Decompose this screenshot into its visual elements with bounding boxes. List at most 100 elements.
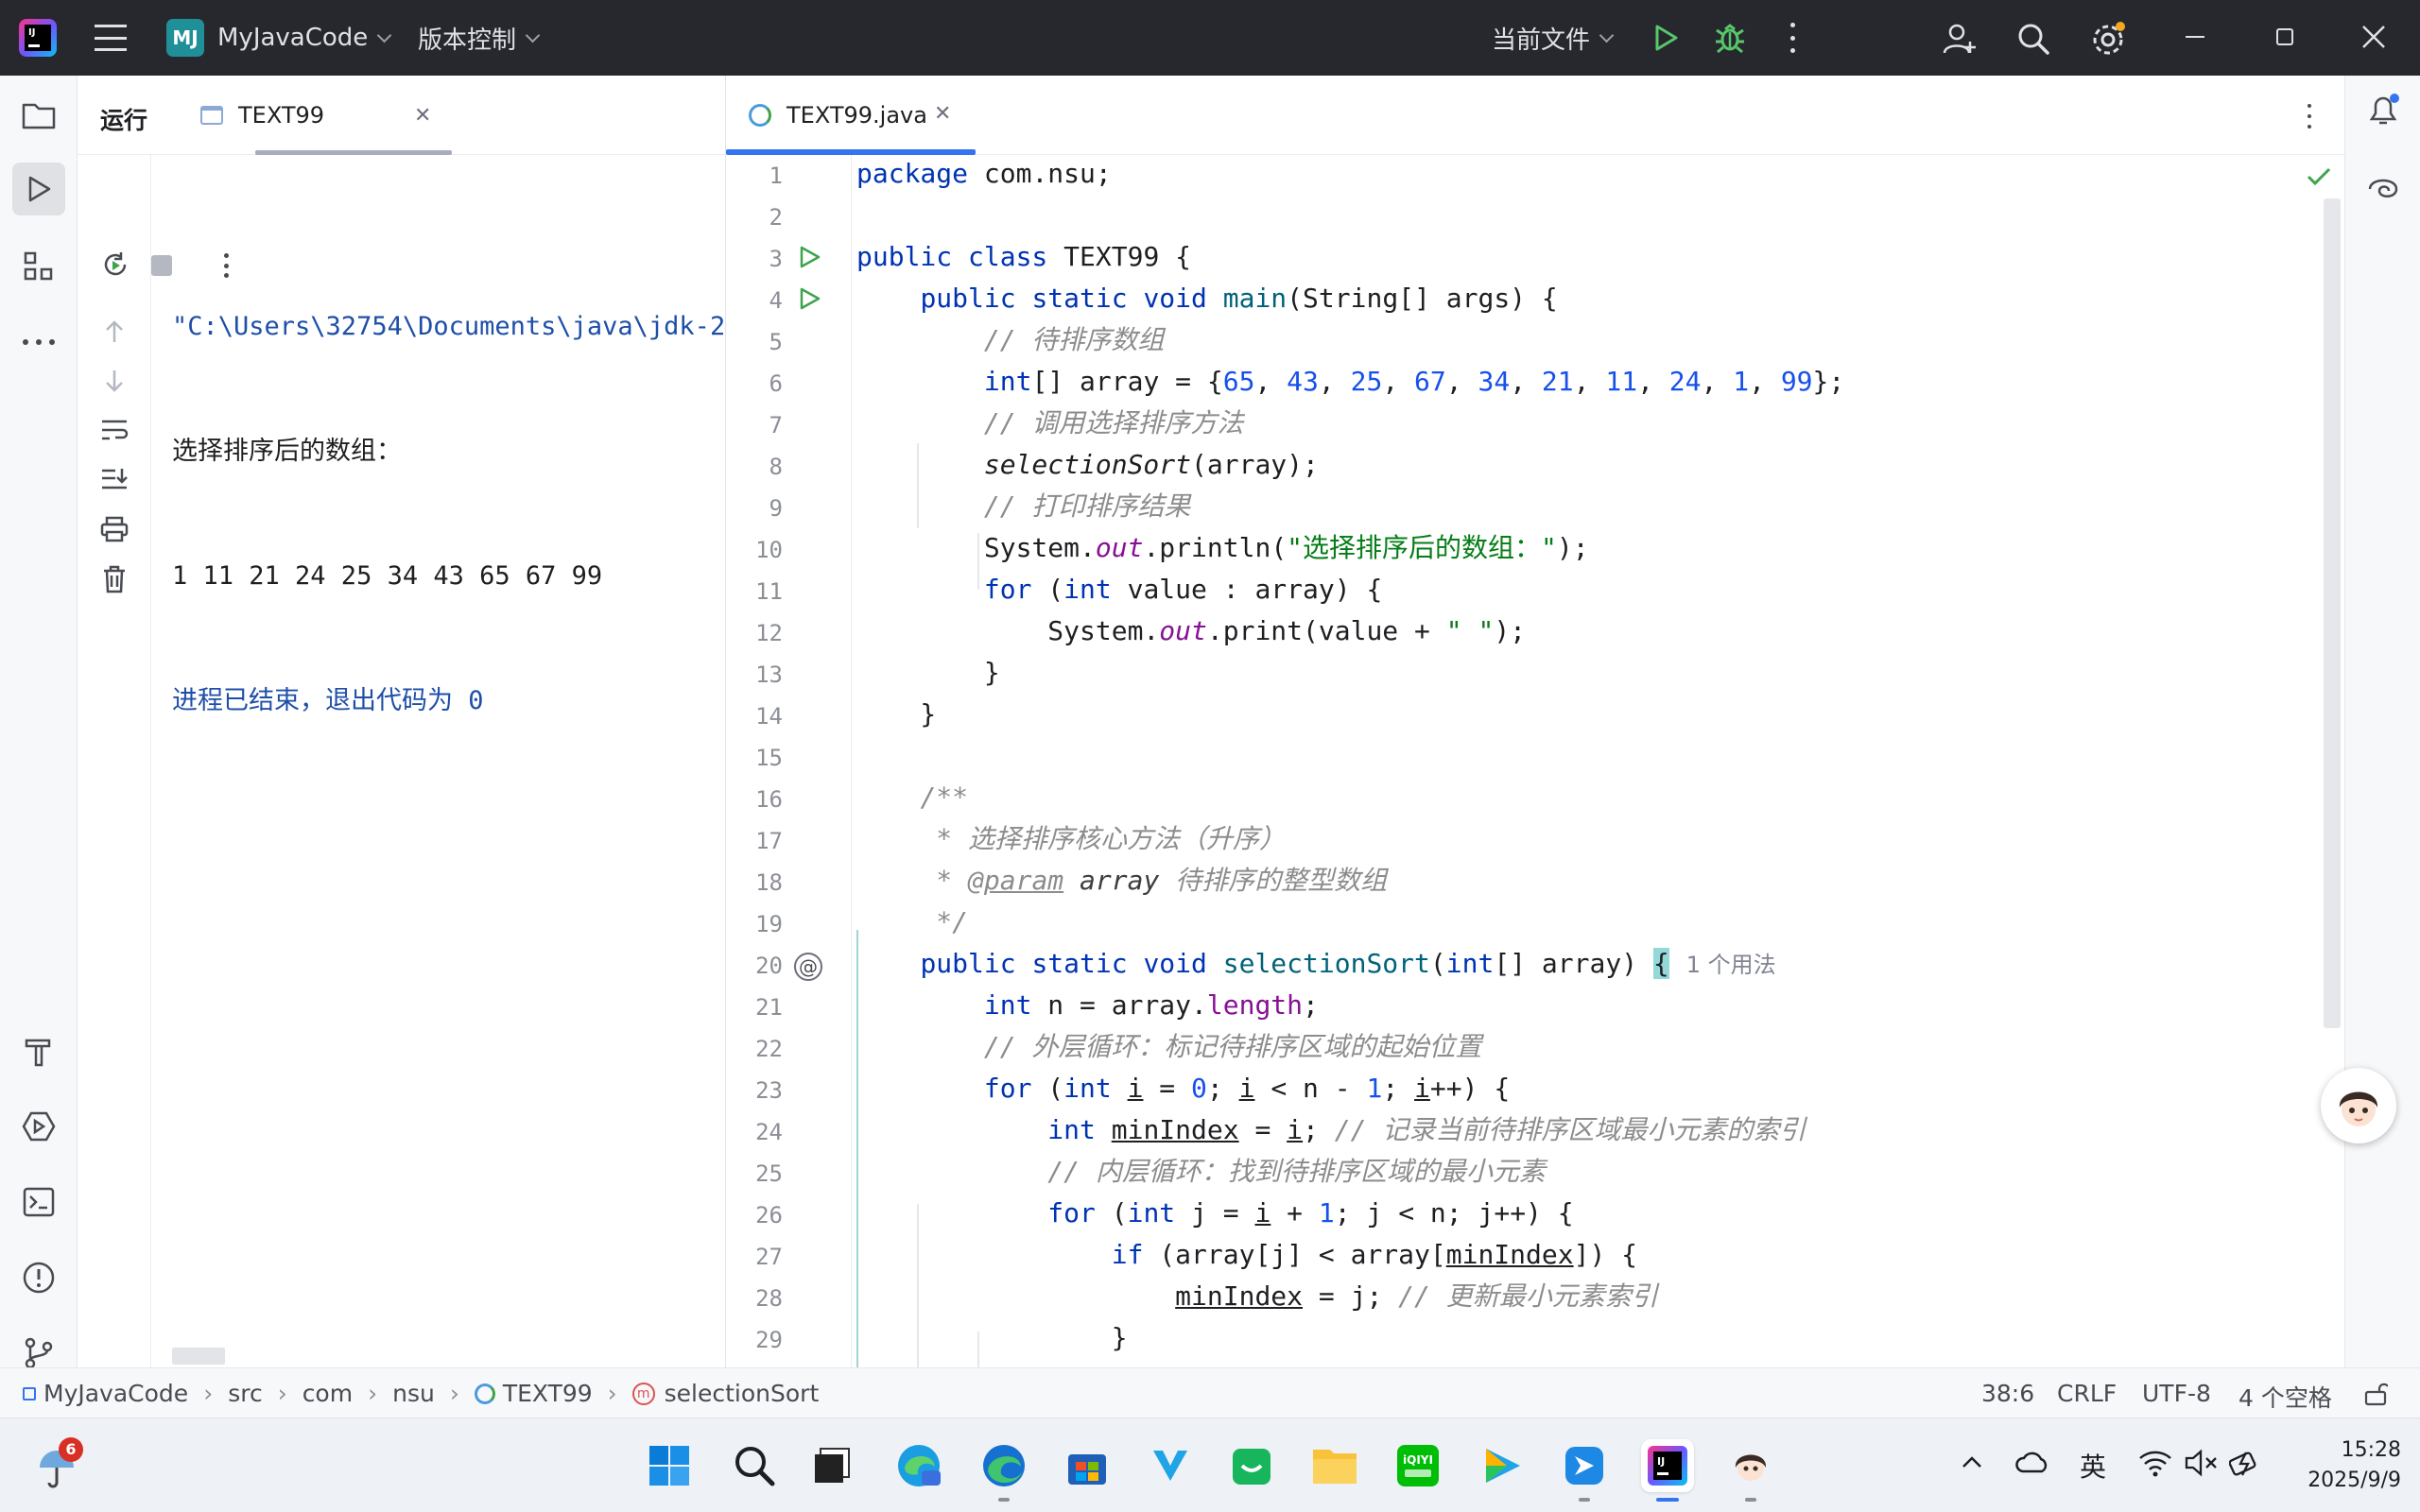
scroll-to-end-icon[interactable]: [100, 467, 129, 495]
weather-badge: 6: [59, 1437, 83, 1462]
video-player-icon[interactable]: [1475, 1439, 1528, 1492]
vertical-scrollbar[interactable]: [2324, 198, 2341, 1028]
ai-assistant-icon[interactable]: [2364, 170, 2402, 212]
intellij-idea-icon[interactable]: IJ: [1641, 1439, 1694, 1502]
breadcrumb-item[interactable]: selectionSort: [665, 1380, 820, 1407]
rerun-icon[interactable]: [100, 249, 130, 284]
code-line-5: // 待排序数组: [983, 324, 1165, 355]
run-gutter-icon[interactable]: [796, 285, 822, 316]
close-tab-icon[interactable]: ✕: [414, 104, 431, 128]
vscode-like-icon[interactable]: [1144, 1439, 1197, 1492]
file-explorer-icon[interactable]: [1308, 1439, 1361, 1492]
breadcrumb-item[interactable]: MyJavaCode: [43, 1380, 188, 1407]
debug-button[interactable]: [1713, 21, 1747, 55]
microsoft-store-icon[interactable]: [1061, 1439, 1114, 1492]
build-hammer-icon[interactable]: [12, 1024, 65, 1077]
no-problems-check-icon[interactable]: [2307, 166, 2331, 191]
console-line: 1 11 21 24 25 34 43 65 67 99: [172, 561, 603, 591]
line-number: 18: [755, 869, 783, 896]
floating-avatar[interactable]: [2321, 1068, 2396, 1143]
breadcrumb-item[interactable]: src: [228, 1380, 263, 1407]
code-line-17: * 选择排序核心方法（升序）: [920, 823, 1287, 854]
line-number: 29: [755, 1327, 783, 1353]
code-line-24: int minIndex = i; // 记录当前待排序区域最小元素的索引: [1047, 1114, 1806, 1145]
add-user-icon[interactable]: [1942, 21, 1978, 60]
code-line-25: // 内层循环：找到待排序区域的最小元素: [1047, 1156, 1546, 1187]
weather-widget[interactable]: 6: [34, 1437, 83, 1490]
read-only-lock-icon[interactable]: [2363, 1382, 2389, 1412]
run-tab[interactable]: TEXT99 ✕: [176, 76, 452, 155]
ime-indicator[interactable]: 英: [2080, 1447, 2106, 1485]
run-button[interactable]: [1651, 23, 1681, 53]
line-number: 9: [769, 495, 783, 522]
feishu-app-icon[interactable]: [1558, 1439, 1611, 1502]
more-tools-icon[interactable]: [12, 316, 65, 369]
app-logo-icon[interactable]: IJ: [19, 19, 57, 57]
terminal-icon[interactable]: [12, 1176, 65, 1228]
edge-browser-icon[interactable]: [977, 1439, 1030, 1502]
breadcrumb-item[interactable]: TEXT99: [503, 1380, 593, 1407]
notifications-bell-icon[interactable]: [2364, 91, 2402, 132]
more-actions-icon[interactable]: [1789, 23, 1796, 53]
wechat-shop-icon[interactable]: [1225, 1439, 1278, 1492]
edge-ai-icon[interactable]: [892, 1439, 945, 1492]
project-badge: MJ: [166, 19, 204, 57]
line-separator[interactable]: CRLF: [2057, 1380, 2117, 1407]
project-selector[interactable]: MJ MyJavaCode: [166, 19, 392, 57]
code-line-22: // 外层循环：标记待排序区域的起始位置: [983, 1031, 1482, 1062]
vcs-menu-label: 版本控制: [418, 26, 517, 55]
soft-wrap-icon[interactable]: [100, 418, 129, 446]
search-icon[interactable]: [2015, 21, 2051, 60]
structure-icon[interactable]: [12, 240, 65, 293]
editor-tab[interactable]: TEXT99.java ✕: [726, 76, 976, 155]
print-icon[interactable]: [100, 516, 129, 546]
breadcrumb-item[interactable]: com: [302, 1380, 353, 1407]
assistant-avatar-icon[interactable]: [1724, 1439, 1777, 1502]
project-folder-icon[interactable]: [12, 89, 65, 142]
scroll-up-icon[interactable]: [102, 319, 127, 348]
scroll-down-icon[interactable]: [102, 369, 127, 397]
usages-gutter-icon[interactable]: @: [794, 953, 822, 981]
right-tool-strip: [2321, 76, 2420, 1367]
problems-icon[interactable]: [12, 1251, 65, 1304]
minimize-icon[interactable]: [2186, 36, 2204, 38]
breadcrumb-item[interactable]: nsu: [392, 1380, 435, 1407]
play-icon: [1655, 25, 1678, 51]
file-encoding[interactable]: UTF-8: [2142, 1380, 2211, 1407]
main-menu-icon[interactable]: [95, 25, 127, 51]
close-tab-icon[interactable]: ✕: [934, 102, 951, 126]
code-line-12: System.out.print(value + " ");: [856, 615, 1527, 646]
settings-gear-icon[interactable]: [2089, 21, 2127, 62]
editor-more-icon[interactable]: [2307, 104, 2312, 129]
active-tab-underline: [255, 150, 452, 155]
java-class-icon: [749, 104, 771, 127]
start-windows-icon[interactable]: [643, 1439, 696, 1492]
close-window-icon[interactable]: [2361, 25, 2386, 53]
console-line: 选择排序后的数组：: [172, 437, 402, 466]
iqiyi-icon[interactable]: iQIYI: [1392, 1439, 1444, 1492]
vcs-menu[interactable]: 版本控制: [418, 19, 541, 57]
taskbar-search-icon[interactable]: [728, 1439, 781, 1492]
usages-inlay-hint[interactable]: 1 个用法: [1686, 952, 1776, 978]
indent-setting[interactable]: 4 个空格: [2238, 1380, 2332, 1414]
run-tab-label: TEXT99: [238, 102, 325, 129]
onedrive-cloud-icon[interactable]: [2015, 1451, 2049, 1477]
battery-charging-icon[interactable]: [2228, 1449, 2263, 1481]
clear-trash-icon[interactable]: [102, 565, 127, 597]
line-number: 3: [769, 246, 783, 272]
restore-icon[interactable]: [2276, 28, 2293, 45]
cursor-position[interactable]: 38:6: [1981, 1380, 2034, 1407]
horizontal-scrollbar[interactable]: [172, 1348, 225, 1365]
run-tool-icon[interactable]: [12, 163, 65, 215]
run-config-selector[interactable]: 当前文件: [1492, 19, 1615, 57]
services-icon[interactable]: [12, 1100, 65, 1153]
line-number: 17: [755, 828, 783, 854]
run-gutter-icon[interactable]: [796, 244, 822, 274]
stop-icon[interactable]: [151, 255, 172, 276]
code-area[interactable]: package com.nsu; public class TEXT99 { p…: [856, 155, 2331, 1367]
show-hidden-icons-chevron[interactable]: [1961, 1454, 1983, 1473]
task-view-icon[interactable]: [805, 1439, 858, 1492]
clock[interactable]: 15:28 2025/9/9: [2288, 1435, 2401, 1496]
wifi-icon[interactable]: [2138, 1449, 2172, 1481]
volume-muted-icon[interactable]: [2184, 1449, 2218, 1481]
